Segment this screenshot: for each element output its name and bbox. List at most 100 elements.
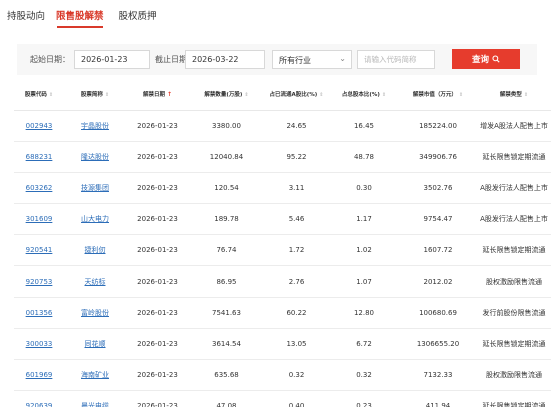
tab-equity-pledge[interactable]: 股权质押	[119, 11, 157, 23]
unlock-type-cell: 增发A股法人配售上市	[477, 110, 551, 142]
stock-name-link[interactable]: 富岭股份	[64, 297, 126, 329]
end-date-field[interactable]: 2026-03-22	[185, 50, 265, 69]
stock-name-link[interactable]: 晨光电缆	[64, 390, 126, 407]
stock-code-link[interactable]: 301609	[14, 203, 64, 236]
float-ratio-cell: 0.32	[264, 359, 329, 392]
sort-icon: ⇕	[104, 91, 110, 98]
unlock-date-cell: 2026-01-23	[126, 172, 189, 205]
sort-icon: ⇕	[523, 91, 529, 98]
stock-code-link[interactable]: 603262	[14, 172, 64, 205]
total-ratio-cell: 1.02	[329, 234, 399, 267]
table-row: 301609 山大电力 2026-01-23 189.78 5.46 1.17 9754.4…	[14, 203, 551, 236]
total-ratio-cell: 6.72	[329, 328, 399, 361]
stock-code-link[interactable]: 688231	[14, 141, 64, 173]
stock-name-link[interactable]: 山大电力	[64, 203, 126, 236]
col-header-code[interactable]: 股票代码 ⇕	[14, 80, 64, 111]
total-ratio-cell: 48.78	[329, 141, 399, 173]
industry-select[interactable]: 所有行业 ⌄	[272, 50, 352, 69]
unlock-date-cell: 2026-01-23	[126, 328, 189, 361]
start-date-field[interactable]: 2026-01-23	[74, 50, 150, 69]
unlock-shares-cell: 76.74	[189, 234, 264, 267]
total-ratio-cell: 0.32	[329, 359, 399, 392]
total-ratio-cell: 0.30	[329, 172, 399, 205]
query-button-label: 查询	[471, 55, 489, 65]
float-ratio-cell: 13.05	[264, 328, 329, 361]
total-ratio-cell: 12.80	[329, 297, 399, 329]
start-date-label: 起始日期：	[30, 55, 70, 64]
market-value-cell: 1607.72	[399, 234, 477, 267]
stock-code-link[interactable]: 001356	[14, 297, 64, 329]
market-value-cell: 411.94	[399, 390, 477, 407]
unlock-shares-cell: 3380.00	[189, 110, 264, 142]
table-row: 920639 晨光电缆 2026-01-23 47.08 0.40 0.23 411.94 延…	[14, 390, 551, 407]
stock-code-link[interactable]: 601969	[14, 359, 64, 392]
unlock-shares-cell: 86.95	[189, 265, 264, 298]
col-header-total-ratio[interactable]: 占总股本比(%) ⇕	[329, 80, 399, 111]
stock-code-link[interactable]: 920639	[14, 390, 64, 407]
stock-code-link[interactable]: 920753	[14, 265, 64, 298]
stock-code-link[interactable]: 920541	[14, 234, 64, 267]
total-ratio-cell: 0.23	[329, 390, 399, 407]
unlock-shares-cell: 47.08	[189, 390, 264, 407]
unlock-date-cell: 2026-01-23	[126, 297, 189, 329]
market-value-cell: 349906.76	[399, 141, 477, 173]
col-header-market-value[interactable]: 解禁市值（万元） ⇕	[399, 80, 477, 111]
unlock-type-cell: A股发行法人配售上市	[477, 172, 551, 205]
chevron-down-icon: ⌄	[339, 54, 346, 63]
stock-name-link[interactable]: 天纺标	[64, 265, 126, 298]
col-header-unlock-date[interactable]: 解禁日期 ↑	[126, 80, 189, 111]
float-ratio-cell: 3.11	[264, 172, 329, 205]
float-ratio-cell: 60.22	[264, 297, 329, 329]
col-header-name[interactable]: 股票简称 ⇕	[64, 80, 126, 111]
unlock-shares-cell: 189.78	[189, 203, 264, 236]
unlock-type-cell: 延长限售锁定期流通	[477, 234, 551, 267]
unlock-shares-cell: 3614.54	[189, 328, 264, 361]
table-row: 603262 技源集团 2026-01-23 120.54 3.11 0.30 3502.7…	[14, 172, 551, 205]
unlock-shares-cell: 12040.84	[189, 141, 264, 173]
stock-name-link[interactable]: 隆达股份	[64, 141, 126, 173]
unlock-shares-cell: 120.54	[189, 172, 264, 205]
stock-name-link[interactable]: 宇晶股份	[64, 110, 126, 142]
total-ratio-cell: 1.17	[329, 203, 399, 236]
float-ratio-cell: 2.76	[264, 265, 329, 298]
float-ratio-cell: 5.46	[264, 203, 329, 236]
table-row: 688231 隆达股份 2026-01-23 12040.84 95.22 48.78 34…	[14, 141, 551, 173]
stock-code-link[interactable]: 300033	[14, 328, 64, 361]
query-button[interactable]: 查询	[452, 49, 520, 69]
stock-name-link[interactable]: 捷利仞	[64, 234, 126, 267]
col-header-unlock-shares[interactable]: 解禁数量(万股) ⇕	[189, 80, 264, 111]
market-value-cell: 9754.47	[399, 203, 477, 236]
sort-icon: ⇕	[319, 91, 324, 98]
tab-restricted-unlock[interactable]: 限售股解禁	[56, 11, 104, 28]
stock-code-link[interactable]: 002943	[14, 110, 64, 142]
total-ratio-cell: 1.07	[329, 265, 399, 298]
sort-icon: ⇕	[48, 91, 54, 98]
unlock-type-cell: 发行前股份限售流通	[477, 297, 551, 329]
stock-name-link[interactable]: 技源集团	[64, 172, 126, 205]
market-value-cell: 3502.76	[399, 172, 477, 205]
market-value-cell: 100680.69	[399, 297, 477, 329]
col-header-unlock-type[interactable]: 解禁类型 ⇕	[477, 80, 551, 111]
unlock-date-cell: 2026-01-23	[126, 110, 189, 142]
unlock-date-cell: 2026-01-23	[126, 203, 189, 236]
col-header-float-ratio[interactable]: 占已流通A股比(%) ⇕	[264, 80, 329, 111]
market-value-cell: 2012.02	[399, 265, 477, 298]
tab-holdings-trend[interactable]: 持股动向	[7, 11, 45, 23]
unlock-type-cell: 股权激励限售流通	[477, 359, 551, 392]
industry-select-value: 所有行业	[279, 56, 311, 65]
unlock-shares-cell: 635.68	[189, 359, 264, 392]
stock-name-link[interactable]: 海南矿业	[64, 359, 126, 392]
float-ratio-cell: 0.40	[264, 390, 329, 407]
sort-icon: ⇕	[458, 91, 464, 98]
tab-bar: 持股动向 限售股解禁 股权质押	[0, 0, 551, 30]
filter-bar: 起始日期： 2026-01-23 截止日期： 2026-03-22 所有行业 ⌄…	[17, 44, 537, 75]
stock-search-input[interactable]	[357, 50, 435, 69]
unlock-date-cell: 2026-01-23	[126, 265, 189, 298]
table-row: 002943 宇晶股份 2026-01-23 3380.00 24.65 16.45 185…	[14, 110, 551, 142]
table-row: 601969 海南矿业 2026-01-23 635.68 0.32 0.32 7132.3…	[14, 359, 551, 392]
unlock-type-cell: A股发行法人配售上市	[477, 203, 551, 236]
unlock-date-cell: 2026-01-23	[126, 234, 189, 267]
table-row: 300033 同花顺 2026-01-23 3614.54 13.05 6.72 13066…	[14, 328, 551, 361]
stock-name-link[interactable]: 同花顺	[64, 328, 126, 361]
market-value-cell: 7132.33	[399, 359, 477, 392]
